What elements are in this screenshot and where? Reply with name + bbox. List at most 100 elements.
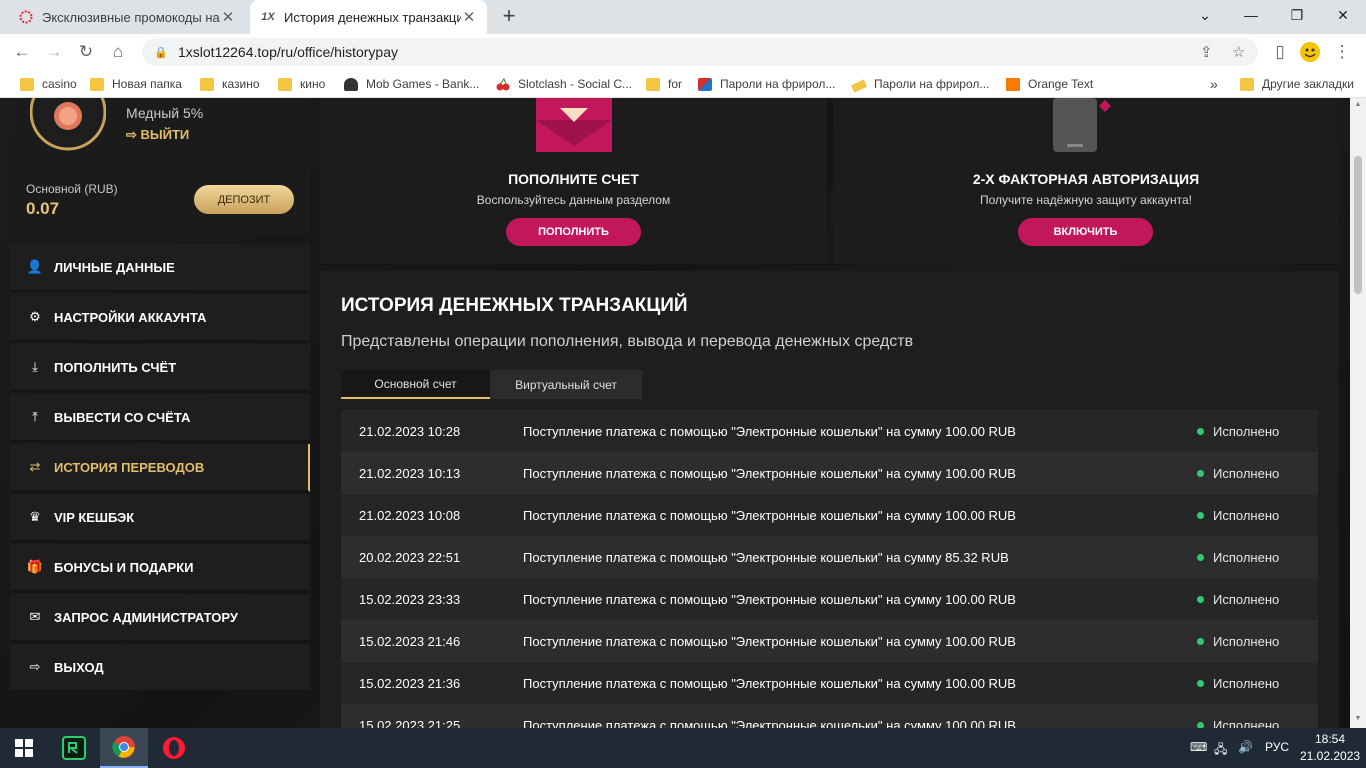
- bookmark-casino[interactable]: casino: [20, 76, 77, 92]
- menu-item-deposit[interactable]: ⤓ ПОПОЛНИТЬ СЧЁТ: [10, 344, 310, 392]
- bookmark-passwords-1[interactable]: Пароли на фрирол...: [698, 76, 835, 92]
- row-status: Исполнено: [1213, 423, 1280, 439]
- page-viewport: Медный 5% ⇨ ВЫЙТИ Основной (RUB) 0.07 ДЕ…: [0, 98, 1350, 728]
- rank-label: Медный 5%: [126, 105, 204, 121]
- row-date: 20.02.2023 22:51: [359, 549, 461, 565]
- row-status: Исполнено: [1213, 549, 1280, 565]
- deposit-button[interactable]: ДЕПОЗИТ: [194, 185, 294, 214]
- scrollbar-thumb[interactable]: [1354, 156, 1362, 294]
- keyboard-layout-icon[interactable]: ⌨: [1190, 740, 1207, 754]
- bookmark-kazino[interactable]: казино: [200, 76, 260, 92]
- volume-icon[interactable]: 🔊: [1238, 740, 1253, 754]
- folder-icon: [1240, 77, 1254, 91]
- crown-icon: ♛: [29, 509, 41, 524]
- bookmark-orange-text[interactable]: Orange Text: [1006, 76, 1093, 92]
- scroll-up-icon[interactable]: ▲: [1354, 101, 1362, 108]
- address-bar[interactable]: 🔒 1xslot12264.top/ru/office/historypay ⇪…: [142, 38, 1258, 66]
- row-description: Поступление платежа с помощью "Электронн…: [523, 633, 1016, 649]
- menu-item-personal-data[interactable]: 👤 ЛИЧНЫЕ ДАННЫЕ: [10, 244, 310, 292]
- lock-icon: 🔒: [154, 46, 168, 59]
- folder-icon: [278, 77, 292, 91]
- home-icon[interactable]: ⌂: [106, 40, 130, 64]
- enable-2fa-button[interactable]: ВКЛЮЧИТЬ: [1018, 218, 1153, 246]
- row-description: Поступление платежа с помощью "Электронн…: [523, 675, 1016, 691]
- row-description: Поступление платежа с помощью "Электронн…: [523, 507, 1016, 523]
- forward-arrow-icon[interactable]: →: [42, 40, 66, 64]
- menu-item-bonuses[interactable]: 🎁 БОНУСЫ И ПОДАРКИ: [10, 544, 310, 592]
- windows-start-icon[interactable]: [0, 728, 48, 768]
- network-icon[interactable]: 🖧: [1214, 740, 1227, 761]
- table-row: 15.02.2023 21:36 Поступление платежа с п…: [341, 662, 1318, 704]
- bookmark-label: for: [668, 77, 683, 91]
- menu-label: ЗАПРОС АДМИНИСТРАТОРУ: [54, 609, 238, 625]
- menu-item-logout[interactable]: ⇨ ВЫХОД: [10, 644, 310, 692]
- exit-icon: ⇨: [126, 127, 141, 142]
- clock-time: 18:54: [1314, 732, 1346, 746]
- folder-icon: [90, 77, 104, 91]
- side-panel-icon[interactable]: ▯: [1268, 40, 1292, 64]
- other-bookmarks[interactable]: Другие закладки: [1240, 76, 1354, 92]
- menu-item-transfer-history[interactable]: ⇄ ИСТОРИЯ ПЕРЕВОДОВ: [10, 444, 310, 492]
- bookmark-for[interactable]: for: [646, 76, 682, 92]
- back-arrow-icon[interactable]: ←: [10, 40, 34, 64]
- status-dot-icon: [1197, 427, 1204, 435]
- profile-panel: Медный 5% ⇨ ВЫЙТИ Основной (RUB) 0.07 ДЕ…: [10, 98, 310, 234]
- row-description: Поступление платежа с помощью "Электронн…: [523, 423, 1016, 439]
- tab-main-account[interactable]: Основной счет: [341, 370, 490, 399]
- scroll-down-icon[interactable]: ▼: [1354, 715, 1362, 722]
- browser-tab-history[interactable]: 1X История денежных транзакций ✕: [250, 0, 487, 34]
- bookmark-star-icon[interactable]: ☆: [1232, 43, 1245, 61]
- close-tab-icon[interactable]: ✕: [220, 8, 236, 26]
- bookmark-slotclash[interactable]: Slotclash - Social C...: [496, 76, 632, 92]
- opera-icon[interactable]: [150, 728, 198, 768]
- system-clock[interactable]: 18:54 21.02.2023: [1300, 731, 1360, 765]
- row-description: Поступление платежа с помощью "Электронн…: [523, 465, 1016, 481]
- more-bookmarks-button[interactable]: »: [1210, 76, 1218, 92]
- bookmark-label: казино: [222, 77, 260, 91]
- app-launcher-icon[interactable]: [50, 728, 98, 768]
- language-indicator[interactable]: РУС: [1265, 740, 1289, 754]
- phone-icon: [1053, 98, 1111, 152]
- browser-menu-icon[interactable]: ⋮: [1330, 40, 1354, 64]
- chrome-icon[interactable]: [100, 728, 148, 768]
- ticket-icon: [850, 78, 868, 93]
- minimize-button[interactable]: —: [1228, 0, 1274, 30]
- table-row: 15.02.2023 23:33 Поступление платежа с п…: [341, 578, 1318, 620]
- table-row: 15.02.2023 21:25 Поступление платежа с п…: [341, 704, 1318, 728]
- bookmark-kino[interactable]: кино: [278, 76, 325, 92]
- maximize-button[interactable]: ❐: [1274, 0, 1320, 30]
- folder-icon: [200, 77, 214, 91]
- bookmark-label: кино: [300, 77, 326, 91]
- menu-item-withdraw[interactable]: ⤒ ВЫВЕСТИ СО СЧЁТА: [10, 394, 310, 442]
- menu-label: VIP КЕШБЭК: [54, 509, 135, 525]
- browser-tab-promocodes[interactable]: Эксклюзивные промокоды на ф ✕: [8, 0, 246, 34]
- bookmark-passwords-2[interactable]: Пароли на фрирол...: [850, 76, 989, 93]
- logout-link[interactable]: ⇨ ВЫЙТИ: [126, 127, 189, 143]
- two-factor-card: 2-Х ФАКТОРНАЯ АВТОРИЗАЦИЯ Получите надёж…: [833, 98, 1339, 264]
- menu-item-admin-request[interactable]: ✉ ЗАПРОС АДМИНИСТРАТОРУ: [10, 594, 310, 642]
- menu-item-vip-cashback[interactable]: ♛ VIP КЕШБЭК: [10, 494, 310, 542]
- share-icon[interactable]: ⇪: [1200, 43, 1213, 61]
- clock-date: 21.02.2023: [1300, 749, 1361, 763]
- status-dot-icon: [1197, 595, 1204, 603]
- bookmarks-bar: casino Новая папка казино кино Mob Games…: [0, 70, 1366, 98]
- bookmark-label: Пароли на фрирол...: [720, 77, 836, 91]
- bookmark-mob-games[interactable]: Mob Games - Bank...: [344, 76, 479, 92]
- profile-avatar[interactable]: [1298, 40, 1322, 64]
- windows-taskbar: ⌨ 🖧 🔊 РУС 18:54 21.02.2023: [0, 728, 1366, 768]
- row-status: Исполнено: [1213, 633, 1280, 649]
- close-window-button[interactable]: ✕: [1320, 0, 1366, 30]
- menu-label: НАСТРОЙКИ АККАУНТА: [54, 309, 207, 325]
- new-tab-button[interactable]: +: [497, 5, 521, 29]
- close-tab-icon[interactable]: ✕: [461, 8, 477, 26]
- bookmark-label: Mob Games - Bank...: [366, 77, 480, 91]
- page-scrollbar[interactable]: ▲ ▼: [1350, 98, 1366, 728]
- row-status: Исполнено: [1213, 465, 1280, 481]
- tab-virtual-account[interactable]: Виртуальный счет: [490, 370, 642, 399]
- bookmark-new-folder[interactable]: Новая папка: [90, 76, 182, 92]
- upload-icon: ⤒: [32, 409, 38, 424]
- top-up-button[interactable]: ПОПОЛНИТЬ: [506, 218, 641, 246]
- menu-item-account-settings[interactable]: ⚙ НАСТРОЙКИ АККАУНТА: [10, 294, 310, 342]
- tab-search-icon[interactable]: ⌄: [1182, 0, 1228, 30]
- reload-icon[interactable]: ↻: [74, 40, 98, 64]
